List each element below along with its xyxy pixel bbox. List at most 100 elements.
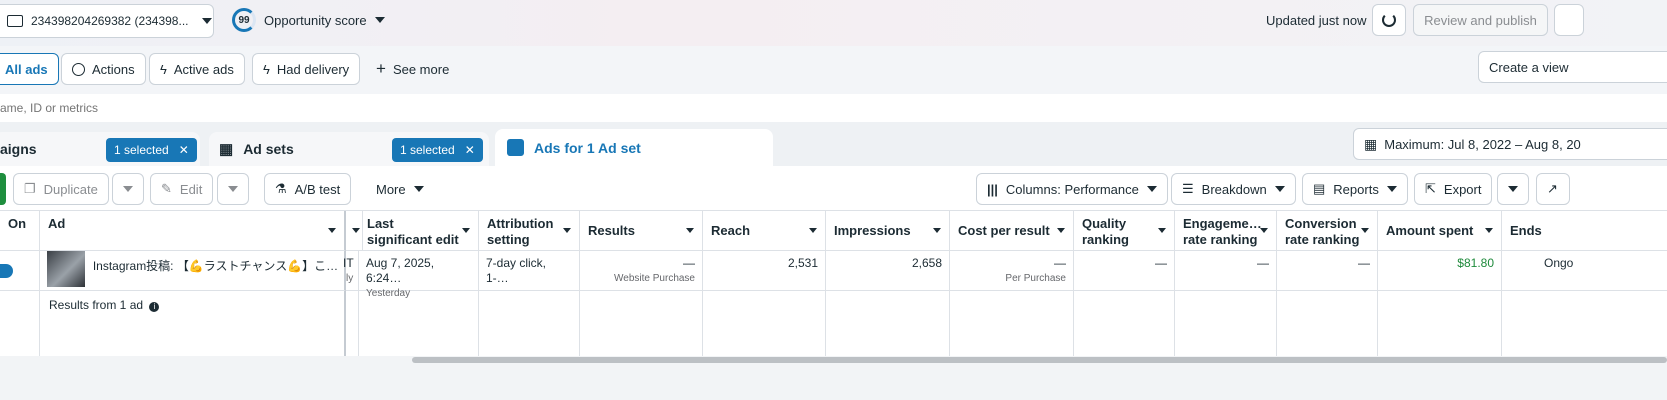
search-input[interactable] xyxy=(0,94,600,122)
cost-per-result-cell: — Per Purchase xyxy=(950,251,1074,291)
filter-bar: All ads Actions ϟ Active ads ϟ Had deliv… xyxy=(0,46,1667,94)
empty-cell xyxy=(346,291,359,356)
chart-button[interactable]: ↗ xyxy=(1536,173,1570,205)
duplicate-dropdown[interactable] xyxy=(112,173,144,205)
columns-icon: ||| xyxy=(987,181,998,197)
ab-test-label: A/B test xyxy=(294,181,341,197)
pencil-icon: ✎ xyxy=(161,181,172,196)
breakdown-label: Breakdown xyxy=(1201,181,1267,197)
col-header-results[interactable]: Results xyxy=(580,211,703,251)
col-header-cost-per-result[interactable]: Cost per result xyxy=(950,211,1074,251)
col-header-amount-spent[interactable]: Amount spent xyxy=(1378,211,1502,251)
filter-active-ads[interactable]: ϟ Active ads xyxy=(149,53,245,85)
reports-button[interactable]: ▤ Reports xyxy=(1302,173,1408,205)
account-selector[interactable]: 234398204269382 (234398... xyxy=(0,4,214,38)
see-more-button[interactable]: + See more xyxy=(366,53,459,85)
campaigns-selected-pill[interactable]: 1 selected ✕ xyxy=(106,138,197,162)
refresh-icon xyxy=(1382,13,1396,27)
col-header-ends-label: Ends xyxy=(1510,223,1542,238)
duplicate-button[interactable]: ❐ Duplicate xyxy=(13,173,109,205)
ad-icon xyxy=(507,139,524,156)
create-view-label: Create a view xyxy=(1489,59,1569,75)
filter-had-delivery[interactable]: ϟ Had delivery xyxy=(252,53,361,85)
opportunity-score[interactable]: 99 Opportunity score xyxy=(232,8,385,32)
chevron-down-icon xyxy=(1485,228,1493,233)
tab-ads[interactable]: Ads for 1 Ad set xyxy=(495,129,773,166)
col-header-attribution[interactable]: Attribution setting xyxy=(479,211,580,251)
impressions-value: 2,658 xyxy=(911,256,942,270)
empty-cell xyxy=(359,291,479,356)
columns-button[interactable]: ||| Columns: Performance xyxy=(976,173,1168,205)
col-header-impressions[interactable]: Impressions xyxy=(826,211,950,251)
edit-label: Edit xyxy=(179,181,203,197)
empty-cell xyxy=(0,291,40,356)
tab-campaigns-label: aigns xyxy=(0,141,37,157)
refresh-button[interactable] xyxy=(1372,4,1406,36)
col-header-engagement-label: Engageme… rate ranking xyxy=(1183,216,1262,247)
last-edit-value[interactable]: Aug 7, 2025, 6:24… xyxy=(366,256,471,286)
level-tabs: aigns 1 selected ✕ ▦ Ad sets 1 selected … xyxy=(0,122,1667,166)
horizontal-scrollbar[interactable] xyxy=(412,357,1667,363)
filter-actions[interactable]: Actions xyxy=(61,53,146,85)
chevron-down-icon xyxy=(563,228,571,233)
export-dropdown[interactable] xyxy=(1497,173,1529,205)
col-header-attribution-label: Attribution setting xyxy=(487,216,554,247)
col-header-ad-label: Ad xyxy=(48,216,66,231)
info-icon[interactable]: i xyxy=(149,302,160,312)
chevron-down-icon xyxy=(686,228,694,233)
campaigns-selected-label: 1 selected xyxy=(114,143,169,157)
col-header-last-edit[interactable]: Last significant edit xyxy=(359,211,479,251)
review-publish-button[interactable]: Review and publish xyxy=(1413,4,1548,36)
ad-name[interactable]: Instagram投稿: 【💪ラストチャンス💪】こ… xyxy=(93,259,337,274)
edit-button[interactable]: ✎ Edit xyxy=(150,173,214,205)
ends-cell: Ongo xyxy=(1502,251,1667,291)
edit-dropdown[interactable] xyxy=(217,173,249,205)
table-toolbar: ❐ Duplicate ✎ Edit ⚗ A/B test More ||| C… xyxy=(0,166,1667,211)
chevron-down-icon xyxy=(413,186,424,192)
export-button[interactable]: ⇱ Export xyxy=(1414,173,1493,205)
table-row[interactable]: Instagram投稿: 【💪ラストチャンス💪】こ… xyxy=(40,250,346,291)
grid-icon: ▦ xyxy=(219,141,234,158)
quality-value: — xyxy=(1155,256,1167,270)
summary-cell: Results from 1 ad i xyxy=(40,291,346,356)
col-header-quality[interactable]: Quality ranking xyxy=(1074,211,1175,251)
chevron-down-icon xyxy=(374,17,385,23)
col-header-conversion[interactable]: Conversion rate ranking xyxy=(1277,211,1378,251)
tab-ads-label: Ads for 1 Ad set xyxy=(534,139,641,156)
create-button[interactable] xyxy=(0,173,6,205)
quality-cell: — xyxy=(1074,251,1175,291)
chevron-down-icon xyxy=(933,228,941,233)
more-button[interactable]: More xyxy=(366,173,434,205)
amount-spent-value: $81.80 xyxy=(1457,256,1494,270)
breakdown-button[interactable]: ☰ Breakdown xyxy=(1171,173,1296,205)
partial-cell: IT ly xyxy=(343,251,359,291)
row-toggle-cell xyxy=(0,251,40,291)
close-icon[interactable]: ✕ xyxy=(179,143,189,157)
empty-cell xyxy=(1277,291,1378,356)
empty-cell xyxy=(1175,291,1277,356)
close-icon[interactable]: ✕ xyxy=(465,143,475,157)
col-header-ends[interactable]: Ends xyxy=(1502,211,1667,251)
on-toggle[interactable] xyxy=(0,264,13,278)
create-view-button[interactable]: Create a view xyxy=(1478,51,1667,83)
chevron-down-icon xyxy=(462,228,470,233)
more-options-button[interactable] xyxy=(1554,4,1584,36)
account-label: 234398204269382 (234398... xyxy=(31,14,189,28)
adsets-selected-pill[interactable]: 1 selected ✕ xyxy=(392,138,483,162)
ab-test-button[interactable]: ⚗ A/B test xyxy=(264,173,352,205)
results-sub: Website Purchase xyxy=(614,273,695,284)
date-range-picker[interactable]: ▦ Maximum: Jul 8, 2022 – Aug 8, 20 xyxy=(1353,128,1667,160)
filter-all-ads[interactable]: All ads xyxy=(0,53,59,85)
conversion-value: — xyxy=(1358,256,1370,270)
export-icon: ⇱ xyxy=(1425,181,1436,196)
chevron-down-icon xyxy=(1057,228,1065,233)
cost-per-result-sub: Per Purchase xyxy=(1005,273,1066,284)
col-header-engagement[interactable]: Engageme… rate ranking xyxy=(1175,211,1277,251)
col-header-reach[interactable]: Reach xyxy=(703,211,826,251)
col-header-on[interactable]: On xyxy=(0,211,40,251)
reach-value: 2,531 xyxy=(787,256,818,270)
col-header-ad[interactable]: Ad xyxy=(40,211,346,251)
results-cell: — Website Purchase xyxy=(580,251,703,291)
empty-cell xyxy=(703,291,826,356)
col-header-reach-label: Reach xyxy=(711,223,751,238)
